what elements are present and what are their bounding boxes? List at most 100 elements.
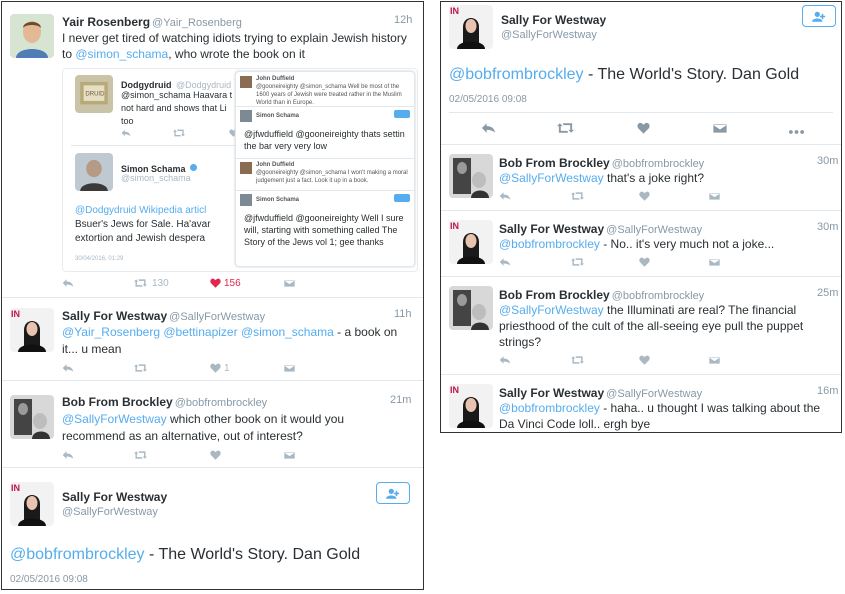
- heart-icon[interactable]: [639, 257, 650, 267]
- tweet-text: @SallyForWestway which other book on it …: [62, 412, 345, 426]
- quote-text-line: @Dodgydruid Wikipedia articl: [75, 205, 207, 216]
- tweet-text: @bobfrombrockley - haha.. u thought I wa…: [499, 401, 821, 415]
- inner-tweet-text: @jfwduffield @gooneireighty thats settin…: [244, 129, 405, 151]
- envelope-icon[interactable]: [284, 363, 295, 373]
- add-user-icon: [812, 11, 826, 22]
- divider: [236, 106, 414, 107]
- divider: [449, 112, 833, 113]
- heart-icon[interactable]: [639, 191, 650, 201]
- mention-link[interactable]: @Yair_Rosenberg: [62, 325, 160, 339]
- avatar[interactable]: [75, 75, 113, 113]
- reply-tweet[interactable]: Sally For Westway @SallyForWestway 16m @b…: [441, 375, 841, 432]
- reply-icon[interactable]: [121, 129, 131, 137]
- avatar[interactable]: [449, 286, 493, 330]
- author-name[interactable]: Sally For Westway: [501, 13, 606, 27]
- tweet-sally-reply[interactable]: Sally For Westway @SallyForWestway 11h @Y…: [2, 298, 423, 378]
- envelope-icon[interactable]: [709, 257, 720, 267]
- mention-link[interactable]: @SallyForWestway: [499, 171, 604, 185]
- avatar[interactable]: [10, 395, 54, 439]
- reply-icon[interactable]: [62, 278, 74, 288]
- avatar[interactable]: [10, 482, 54, 526]
- avatar[interactable]: [449, 154, 493, 198]
- quoted-tweet-card[interactable]: Dodgydruid @Dodgydruid @simon_schama Haa…: [62, 68, 418, 272]
- avatar[interactable]: [75, 153, 113, 191]
- heart-icon[interactable]: [210, 450, 221, 460]
- avatar[interactable]: [449, 5, 493, 49]
- retweet-icon[interactable]: [557, 122, 574, 134]
- main-tweet[interactable]: Sally For Westway @SallyForWestway @bobf…: [441, 2, 841, 144]
- tweet-time: 16m: [817, 385, 839, 397]
- left-screenshot-panel: Yair Rosenberg @Yair_Rosenberg 12h I neve…: [1, 1, 424, 590]
- quote-text-line: not hard and shows that Li: [121, 103, 227, 113]
- author-name[interactable]: Bob From Brockley: [499, 156, 610, 170]
- reply-tweet[interactable]: Bob From Brockley @bobfrombrockley 30m @S…: [441, 145, 841, 209]
- main-tweet[interactable]: Sally For Westway @SallyForWestway @bobf…: [2, 468, 423, 589]
- tweet-text: @bobfrombrockley - The World's Story. Da…: [449, 66, 800, 83]
- envelope-icon[interactable]: [713, 122, 727, 134]
- mention-link[interactable]: @SallyForWestway: [499, 303, 604, 317]
- tweet-time: 25m: [817, 287, 839, 299]
- mention-link[interactable]: @simon_schama: [241, 325, 334, 339]
- author-name[interactable]: Bob From Brockley: [499, 288, 610, 302]
- heart-icon[interactable]: [639, 355, 650, 365]
- right-screenshot-panel: Sally For Westway @SallyForWestway @bobf…: [440, 1, 842, 433]
- envelope-icon[interactable]: [284, 450, 295, 460]
- tweet-time: 11h: [394, 308, 412, 320]
- follow-button[interactable]: [376, 482, 410, 504]
- reply-icon[interactable]: [481, 122, 496, 134]
- reply-tweet[interactable]: Sally For Westway @SallyForWestway 30m @b…: [441, 211, 841, 275]
- inner-author-name: Simon Schama: [256, 197, 300, 203]
- mention-link[interactable]: @bettinapizer: [163, 325, 237, 339]
- author-name[interactable]: Sally For Westway: [62, 309, 167, 323]
- reply-tweet[interactable]: Bob From Brockley @bobfrombrockley 25m @S…: [441, 277, 841, 373]
- inner-tweet-text: @jfwduffield @gooneireighty Well I sure …: [244, 213, 404, 247]
- author-name[interactable]: Sally For Westway: [499, 222, 604, 236]
- follow-button[interactable]: [802, 5, 836, 27]
- author-name[interactable]: Yair Rosenberg: [62, 15, 150, 29]
- reply-icon[interactable]: [62, 363, 74, 373]
- tweet-actions: [62, 450, 302, 462]
- divider: [236, 190, 414, 191]
- author-name[interactable]: Sally For Westway: [62, 490, 167, 504]
- mention-link[interactable]: @bobfrombrockley: [449, 66, 584, 83]
- inner-thread-screenshot: John Duffield @gooneireighty @simon_scha…: [235, 71, 415, 267]
- mention-link[interactable]: @bobfrombrockley: [10, 546, 145, 563]
- tweet-actions: 1: [62, 363, 302, 375]
- quote-text-line: Bsuer's Jews for Sale. Ha'avar: [75, 219, 211, 230]
- avatar[interactable]: [10, 308, 54, 352]
- mention-link[interactable]: @SallyForWestway: [62, 412, 167, 426]
- heart-icon[interactable]: [210, 363, 221, 373]
- inner-tweet-text: @gooneireighty @simon_schama Well be mos…: [256, 84, 402, 106]
- inner-author-name: Simon Schama: [256, 113, 300, 119]
- avatar[interactable]: [10, 14, 54, 58]
- retweet-icon[interactable]: [134, 450, 147, 460]
- reply-icon[interactable]: [62, 450, 74, 460]
- mention-link[interactable]: @bobfrombrockley: [499, 401, 600, 415]
- avatar: [240, 110, 252, 122]
- envelope-icon[interactable]: [709, 355, 720, 365]
- tweet-bob-reply[interactable]: Bob From Brockley @bobfrombrockley 21m @S…: [2, 381, 423, 465]
- retweet-icon[interactable]: [173, 129, 185, 137]
- mention-link[interactable]: @bobfrombrockley: [499, 237, 600, 251]
- avatar[interactable]: [449, 384, 493, 428]
- envelope-icon[interactable]: [709, 191, 720, 201]
- mention-link[interactable]: @simon_schama: [75, 47, 168, 61]
- author-name[interactable]: Bob From Brockley: [62, 395, 173, 409]
- heart-icon[interactable]: [637, 122, 650, 134]
- more-icon[interactable]: [789, 130, 804, 134]
- retweet-icon[interactable]: [571, 191, 584, 201]
- retweet-icon[interactable]: [134, 363, 147, 373]
- reply-icon[interactable]: [499, 355, 511, 365]
- tweet-text: it... u mean: [62, 342, 122, 356]
- retweet-icon[interactable]: [134, 278, 147, 288]
- reply-icon[interactable]: [499, 191, 511, 201]
- author-handle: @Yair_Rosenberg: [152, 17, 242, 29]
- envelope-icon[interactable]: [284, 278, 295, 288]
- avatar[interactable]: [449, 220, 493, 264]
- heart-icon[interactable]: [210, 278, 221, 288]
- author-name[interactable]: Sally For Westway: [499, 386, 604, 400]
- retweet-icon[interactable]: [571, 257, 584, 267]
- reply-icon[interactable]: [499, 257, 511, 267]
- retweet-icon[interactable]: [571, 355, 584, 365]
- tweet-yair[interactable]: Yair Rosenberg @Yair_Rosenberg 12h I neve…: [2, 2, 423, 295]
